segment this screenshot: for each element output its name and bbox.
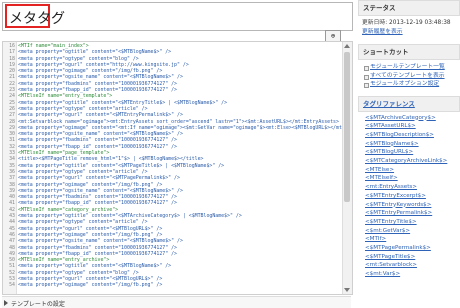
code-text: <meta property="ogimage" content="/img/f… bbox=[18, 68, 163, 75]
tag-reference-item[interactable]: <$MTEntryExcerpt$> bbox=[365, 192, 456, 201]
code-text: <meta property="ogtype" content="blog" /… bbox=[18, 55, 139, 62]
code-text: <meta property="ogimage" content="/img/f… bbox=[18, 181, 163, 188]
code-text: <meta property="ogtype" content="article… bbox=[18, 105, 148, 112]
code-text: <meta property="ogtitle" content="<$MTAr… bbox=[18, 213, 242, 220]
shortcut-module-options[interactable]: モジュールオプション設定 bbox=[364, 80, 456, 89]
code-text: <meta property="ogimage" content="<mt:If… bbox=[18, 124, 353, 131]
scroll-down-icon[interactable] bbox=[344, 288, 350, 292]
shortcut-module-templates[interactable]: モジュールテンプレート一覧 bbox=[364, 63, 456, 72]
code-text: <meta property="fbadmins" content="10000… bbox=[18, 80, 177, 87]
tag-reference-item[interactable]: <MTElseIf> bbox=[365, 174, 456, 183]
code-text: <title><$MTPageTitle remove_html="1"$> |… bbox=[18, 156, 204, 163]
code-text: <meta property="ogsite_name" content="<$… bbox=[18, 187, 183, 194]
tag-reference-item[interactable]: <$MTEntryPermalink$> bbox=[365, 209, 456, 218]
code-text: <meta property="fbapp_id" content="10000… bbox=[18, 200, 177, 207]
tag-reference-link[interactable]: タグリファレンス bbox=[363, 100, 415, 108]
code-text: <meta property="ogurl" content="<$MTPage… bbox=[18, 175, 180, 182]
tag-reference-list: <$MTArchiveCategory$> <$MTAssetURL$> <$MTB… bbox=[358, 112, 460, 281]
shortcut-widget-title: ショートカット bbox=[358, 44, 460, 60]
tag-reference-item[interactable]: <$MTArchiveCategory$> bbox=[365, 114, 456, 123]
code-text: <meta property="fbapp_id" content="10000… bbox=[18, 143, 177, 150]
code-content[interactable]: 16 <MTIf name="main_index"> 17 <meta proper… bbox=[3, 43, 352, 289]
code-text: <MTElseIf name="entry_template"> bbox=[18, 93, 113, 100]
template-name-text[interactable]: メタタグ bbox=[9, 8, 65, 28]
tag-reference-item[interactable]: <$MTCategoryArchiveLink$> bbox=[365, 157, 456, 166]
code-text: <MTElseIf name="entry_archive"> bbox=[18, 257, 110, 264]
tag-reference-item[interactable]: <$MTEntryTitle$> bbox=[365, 218, 456, 227]
tag-reference-item[interactable]: <$MTAssetURL$> bbox=[365, 122, 456, 131]
code-text: <mt:Setvarblock name="ogimage"><mt:Entry… bbox=[18, 118, 339, 125]
code-text: <meta property="ogtitle" content="<$MTBl… bbox=[18, 263, 172, 270]
template-settings-toggle[interactable]: テンプレートの設定 bbox=[2, 296, 351, 308]
tag-reference-title: タグリファレンス bbox=[358, 95, 460, 112]
code-text: <meta property="fbadmins" content="10000… bbox=[18, 244, 177, 251]
tag-reference-item[interactable]: <$MTBlogDescription$> bbox=[365, 131, 456, 140]
expand-triangle-icon bbox=[4, 300, 8, 306]
code-text: <meta property="ogimage" content="/img/f… bbox=[18, 231, 163, 238]
tag-reference-item[interactable]: <$MTPageTitle$> bbox=[365, 253, 456, 262]
scrollbar-thumb[interactable] bbox=[344, 52, 350, 202]
code-text: <meta property="ogtitle" content="<$MTEn… bbox=[18, 99, 228, 106]
code-text: <meta property="ogimage" content="/img/f… bbox=[18, 282, 163, 289]
editor-toolbar: ⊕ bbox=[2, 30, 351, 42]
code-editor[interactable]: 16 <MTIf name="main_index"> 17 <meta proper… bbox=[2, 41, 353, 295]
code-text: <meta property="ogurl" content="<$MTBlog… bbox=[18, 275, 163, 282]
tag-reference-item[interactable]: <MTIf> bbox=[365, 235, 456, 244]
code-text: <meta property="ogurl" content="<$MTBlog… bbox=[18, 225, 163, 232]
scroll-up-icon[interactable] bbox=[344, 44, 350, 48]
code-text: <meta property="ogsite_name" content="<$… bbox=[18, 131, 183, 138]
code-text: <meta property="fbapp_id" content="10000… bbox=[18, 250, 177, 257]
history-link[interactable]: 更新履歴を表示 bbox=[362, 28, 456, 37]
tag-reference-item[interactable]: <$MTPagePermalink$> bbox=[365, 244, 456, 253]
template-editor-panel: メタタグ ⊕ 16 <MTIf name="main_index"> 17 <meta… bbox=[0, 0, 356, 308]
code-text: <meta property="fbadmins" content="10000… bbox=[18, 137, 177, 144]
tag-reference-item[interactable]: <$mt:GetVar$> bbox=[365, 227, 456, 236]
code-text: <MTElseIf name="page_template"> bbox=[18, 150, 110, 157]
code-text: <meta property="ogsite_name" content="<$… bbox=[18, 238, 183, 245]
code-text: <meta property="fbadmins" content="10000… bbox=[18, 194, 177, 201]
code-text: <meta property="ogtype" content="article… bbox=[18, 219, 148, 226]
code-text: <MTIf name="main_index"> bbox=[18, 43, 89, 49]
code-text: <MTElseIf name="category_archive"> bbox=[18, 206, 119, 213]
tag-reference-item[interactable]: <$MTBlogName$> bbox=[365, 140, 456, 149]
tag-reference-item[interactable]: <MTElse> bbox=[365, 166, 456, 175]
code-text: <meta property="fbapp_id" content="10000… bbox=[18, 87, 177, 94]
code-line[interactable]: 54 <meta property="ogimage" content="/img… bbox=[3, 282, 341, 288]
updated-label: 更新日時: bbox=[362, 20, 388, 26]
shortcut-list: モジュールテンプレート一覧 すべてのテンプレートを表示 モジュールオプション設定 bbox=[358, 60, 460, 92]
code-text: <meta property="ogurl" content="http://w… bbox=[18, 61, 189, 68]
code-text: <meta property="ogsite_name" content="<$… bbox=[18, 74, 183, 81]
tag-reference-item[interactable]: <$MTEntryKeywords$> bbox=[365, 201, 456, 210]
shortcut-all-templates[interactable]: すべてのテンプレートを表示 bbox=[364, 72, 456, 81]
tag-reference-item[interactable]: <$mt:Var$> bbox=[365, 270, 456, 279]
tag-reference-item[interactable]: <mt:Setvarblock> bbox=[365, 261, 456, 270]
code-text: <meta property="ogtype" content="article… bbox=[18, 168, 148, 175]
tag-reference-item[interactable]: <mt:EntryAssets> bbox=[365, 183, 456, 192]
template-name-field[interactable]: メタタグ bbox=[2, 2, 353, 31]
line-number: 54 bbox=[9, 282, 15, 289]
code-text: <meta property="ogtype" content="blog" /… bbox=[18, 269, 139, 276]
tag-reference-item[interactable]: <$MTBlogURL$> bbox=[365, 148, 456, 157]
code-text: <meta property="ogtitle" content="<$MTBl… bbox=[18, 49, 172, 56]
editor-scrollbar[interactable] bbox=[342, 42, 352, 294]
updated-date: 2013-12-19 03:48:38 bbox=[389, 20, 451, 26]
status-widget-body: 更新日時: 2013-12-19 03:48:38 更新履歴を表示 bbox=[358, 16, 460, 40]
code-text: <meta property="ogurl" content="<$MTEntr… bbox=[18, 112, 183, 119]
status-widget-title: ステータス bbox=[358, 0, 460, 16]
code-text: <meta property="ogtitle" content="<$MTPa… bbox=[18, 162, 225, 169]
sidebar: ステータス 更新日時: 2013-12-19 03:48:38 更新履歴を表示 … bbox=[358, 0, 460, 307]
